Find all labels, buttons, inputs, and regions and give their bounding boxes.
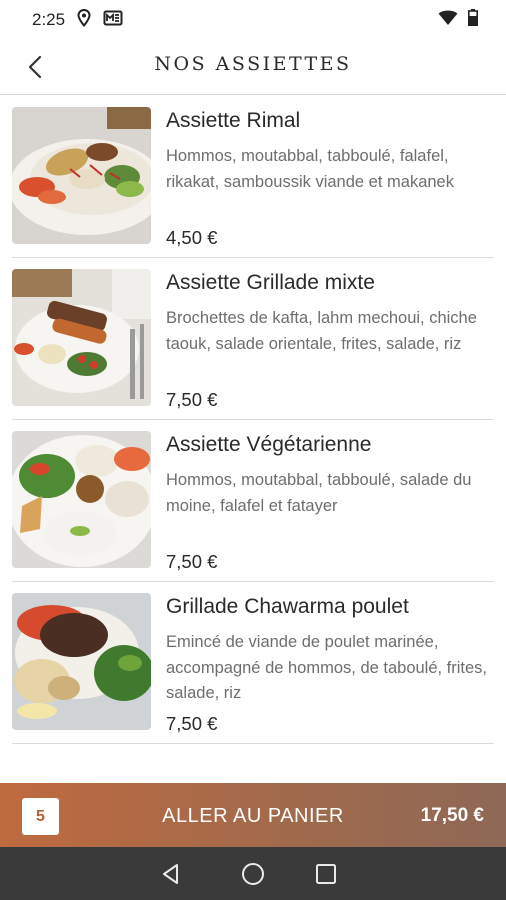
location-icon	[77, 8, 91, 32]
dish-item[interactable]: Assiette Végétarienne Hommos, moutabbal,…	[12, 420, 494, 582]
dish-name: Assiette Végétarienne	[166, 433, 372, 456]
page-title: NOS ASSIETTES	[154, 53, 352, 75]
dish-name: Grillade Chawarma poulet	[166, 595, 409, 618]
system-nav-bar	[0, 847, 506, 900]
dish-price: 4,50 €	[166, 227, 218, 248]
dish-description: Emincé de viande de poulet marinée, acco…	[166, 633, 488, 702]
dish-list: Assiette Rimal Hommos, moutabbal, tabbou…	[0, 96, 506, 744]
dish-photo	[12, 593, 151, 730]
dish-photo	[12, 107, 151, 244]
status-time: 2:25	[32, 10, 66, 29]
dish-name: Assiette Grillade mixte	[166, 271, 375, 294]
dish-description: Brochettes de kafta, lahm mechoui, chich…	[166, 309, 477, 353]
dish-photo	[12, 431, 151, 568]
dish-price: 7,50 €	[166, 551, 218, 572]
nav-home-button[interactable]	[240, 861, 266, 887]
nav-recents-button[interactable]	[313, 861, 339, 887]
cart-total: 17,50 €	[420, 805, 484, 826]
dish-item[interactable]: Assiette Grillade mixte Brochettes de ka…	[12, 258, 494, 420]
home-circle-icon	[242, 863, 264, 885]
mail-icon	[103, 10, 123, 31]
dish-price: 7,50 €	[166, 389, 218, 410]
dish-description: Hommos, moutabbal, tabboulé, falafel, ri…	[166, 147, 454, 191]
dish-name: Assiette Rimal	[166, 109, 301, 132]
dish-item[interactable]: Assiette Rimal Hommos, moutabbal, tabbou…	[12, 96, 494, 258]
go-to-cart-button[interactable]: 5 ALLER AU PANIER 17,50 €	[0, 783, 506, 847]
dish-description: Hommos, moutabbal, tabboulé, salade du m…	[166, 471, 472, 515]
dish-item[interactable]: Grillade Chawarma poulet Emincé de viand…	[12, 582, 494, 744]
dish-price: 7,50 €	[166, 713, 218, 734]
nav-back-button[interactable]	[158, 861, 184, 887]
dish-photo	[12, 269, 151, 406]
back-triangle-icon	[163, 864, 178, 884]
app-bar: NOS ASSIETTES	[0, 40, 506, 95]
recents-square-icon	[316, 864, 336, 884]
battery-icon	[468, 9, 478, 31]
wifi-icon	[438, 10, 458, 31]
status-bar: 2:25	[0, 0, 506, 40]
